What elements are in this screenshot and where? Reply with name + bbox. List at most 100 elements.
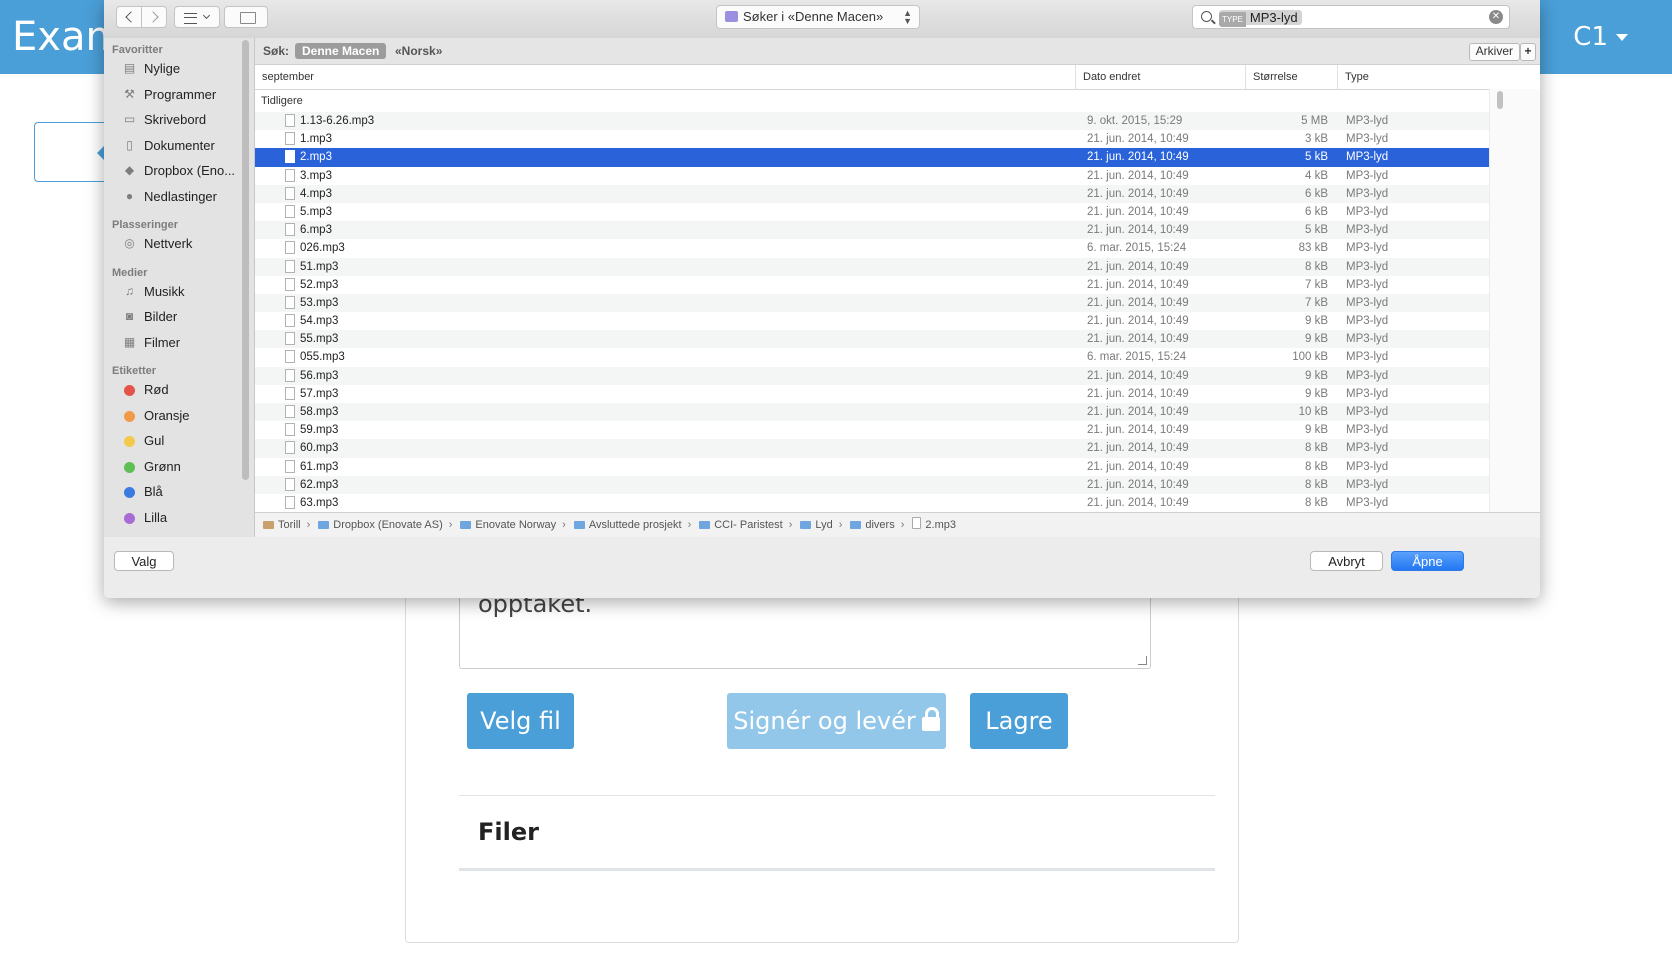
search-input[interactable]: TYPE MP3-lyd ✕: [1192, 5, 1510, 29]
scope-folder-button[interactable]: «Norsk»: [395, 44, 442, 58]
resize-grip-icon[interactable]: [1138, 656, 1147, 665]
file-date: 21. jun. 2014, 10:49: [1087, 369, 1189, 382]
sidebar-item[interactable]: Grønn: [112, 456, 248, 478]
file-row[interactable]: 055.mp3 6. mar. 2015, 15:24 100 kB MP3-lyd: [255, 348, 1489, 366]
sidebar-item[interactable]: Rød: [112, 379, 248, 401]
file-name: 4.mp3: [300, 187, 332, 200]
column-name[interactable]: september: [255, 65, 1075, 89]
column-size[interactable]: Størrelse: [1245, 65, 1337, 89]
file-row[interactable]: 4.mp3 21. jun. 2014, 10:49 6 kB MP3-lyd: [255, 184, 1489, 203]
sidebar-item[interactable]: ▦ Filmer: [112, 332, 248, 354]
clear-search-icon[interactable]: ✕: [1489, 10, 1503, 24]
audio-file-icon: [285, 204, 295, 218]
audio-file-icon: [285, 314, 295, 328]
sidebar-item[interactable]: ● Nedlastinger: [112, 186, 248, 208]
forward-button[interactable]: [141, 6, 167, 28]
file-size: 6 kB: [1304, 205, 1328, 218]
file-row[interactable]: 56.mp3 21. jun. 2014, 10:49 9 kB MP3-lyd: [255, 366, 1489, 385]
path-segment[interactable]: Lyd ›: [800, 513, 842, 537]
chevron-right-icon: [147, 11, 159, 23]
folder-icon: [460, 521, 472, 529]
file-row[interactable]: 60.mp3 21. jun. 2014, 10:49 8 kB MP3-lyd: [255, 439, 1489, 458]
sidebar-item[interactable]: ▤ Nylige: [112, 58, 248, 80]
file-size: 7 kB: [1304, 278, 1328, 291]
file-date: 21. jun. 2014, 10:49: [1087, 460, 1189, 473]
path-segment[interactable]: Dropbox (Enovate AS) ›: [318, 513, 452, 537]
file-type: MP3-lyd: [1346, 406, 1389, 418]
file-row[interactable]: 3.mp3 21. jun. 2014, 10:49 4 kB MP3-lyd: [255, 167, 1489, 185]
file-row[interactable]: 59.mp3 21. jun. 2014, 10:49 9 kB MP3-lyd: [255, 421, 1489, 439]
path-segment[interactable]: Torill ›: [263, 513, 310, 537]
cancel-button[interactable]: Avbryt: [1310, 551, 1383, 571]
save-button[interactable]: Lagre: [970, 693, 1068, 749]
scope-this-mac-button[interactable]: Denne Macen: [295, 43, 387, 59]
recent-icon: ▤: [123, 61, 136, 75]
sidebar-item[interactable]: Oransje: [112, 405, 248, 427]
file-row[interactable]: 57.mp3 21. jun. 2014, 10:49 9 kB MP3-lyd: [255, 385, 1489, 403]
sidebar-item[interactable]: Gul: [112, 430, 248, 452]
file-date: 21. jun. 2014, 10:49: [1087, 478, 1189, 491]
search-token[interactable]: TYPE MP3-lyd: [1219, 10, 1302, 27]
file-row[interactable]: 63.mp3 21. jun. 2014, 10:49 8 kB MP3-lyd: [255, 494, 1489, 512]
sidebar-item[interactable]: ◆ Dropbox (Eno...: [112, 160, 248, 182]
file-row[interactable]: 52.mp3 21. jun. 2014, 10:49 7 kB MP3-lyd: [255, 276, 1489, 294]
file-row[interactable]: 1.mp3 21. jun. 2014, 10:49 3 kB MP3-lyd: [255, 130, 1489, 148]
new-folder-button[interactable]: [224, 6, 268, 28]
sidebar-item[interactable]: Blå: [112, 481, 248, 503]
path-segment[interactable]: Avsluttede prosjekt ›: [573, 513, 691, 537]
path-segment[interactable]: CCI- Paristest ›: [699, 513, 792, 537]
sidebar-item-label: Skrivebord: [144, 112, 207, 127]
file-row[interactable]: 53.mp3 21. jun. 2014, 10:49 7 kB MP3-lyd: [255, 293, 1489, 313]
add-criteria-button[interactable]: +: [1520, 43, 1536, 61]
sidebar-item[interactable]: ◙ Bilder: [112, 306, 248, 328]
sidebar-item[interactable]: ▭ Skrivebord: [112, 109, 248, 131]
sidebar-item[interactable]: ▯ Dokumenter: [112, 135, 248, 157]
view-mode-button[interactable]: [174, 6, 220, 28]
back-button[interactable]: [116, 6, 142, 28]
open-button[interactable]: Åpne: [1391, 551, 1464, 571]
path-segment-label: CCI- Paristest: [714, 519, 783, 531]
path-segment[interactable]: 2.mp3: [912, 513, 956, 537]
sidebar-item[interactable]: Lilla: [112, 507, 248, 529]
save-search-button[interactable]: Arkiver: [1468, 43, 1520, 61]
file-type: MP3-lyd: [1346, 296, 1389, 309]
path-segment[interactable]: divers ›: [850, 513, 904, 537]
sidebar-scrollbar[interactable]: [242, 40, 249, 480]
file-row[interactable]: 55.mp3 21. jun. 2014, 10:49 9 kB MP3-lyd: [255, 330, 1489, 349]
audio-file-icon: [285, 150, 295, 164]
downloads-icon: ●: [125, 188, 134, 203]
sidebar-section-title: Medier: [112, 266, 148, 279]
file-size: 7 kB: [1304, 296, 1328, 309]
file-row[interactable]: 51.mp3 21. jun. 2014, 10:49 8 kB MP3-lyd: [255, 257, 1489, 276]
list-scrollbar[interactable]: [1497, 91, 1503, 109]
sidebar-item[interactable]: ⚒ Programmer: [112, 84, 248, 106]
options-button[interactable]: Valg: [114, 551, 174, 571]
user-menu[interactable]: C1: [1573, 22, 1628, 52]
file-type: MP3-lyd: [1346, 278, 1389, 291]
location-select[interactable]: Søker i «Denne Macen» ▲ ▼: [716, 5, 920, 29]
sidebar-item[interactable]: ◎ Nettverk: [112, 233, 248, 255]
path-segment[interactable]: Enovate Norway ›: [460, 513, 566, 537]
column-date[interactable]: Dato endret: [1075, 65, 1245, 89]
audio-file-icon: [285, 459, 295, 473]
file-row[interactable]: 5.mp3 21. jun. 2014, 10:49 6 kB MP3-lyd: [255, 203, 1489, 221]
file-date: 21. jun. 2014, 10:49: [1087, 133, 1189, 146]
file-row[interactable]: 026.mp3 6. mar. 2015, 15:24 83 kB MP3-lyd: [255, 239, 1489, 257]
sign-and-submit-button[interactable]: Signér og levér: [727, 693, 946, 749]
caret-down-icon: [1616, 34, 1628, 41]
file-row[interactable]: 61.mp3 21. jun. 2014, 10:49 8 kB MP3-lyd: [255, 458, 1489, 476]
list-view-icon: [184, 13, 197, 24]
column-type[interactable]: Type: [1337, 65, 1489, 89]
sidebar-item[interactable]: ♫ Musikk: [112, 281, 248, 303]
file-date: 21. jun. 2014, 10:49: [1087, 496, 1189, 509]
file-name: 59.mp3: [300, 424, 339, 437]
file-row[interactable]: 62.mp3 21. jun. 2014, 10:49 8 kB MP3-lyd: [255, 475, 1489, 494]
file-row[interactable]: 6.mp3 21. jun. 2014, 10:49 5 kB MP3-lyd: [255, 221, 1489, 240]
search-scope-bar: Søk: Denne Macen «Norsk» Arkiver +: [255, 38, 1540, 65]
file-row[interactable]: 54.mp3 21. jun. 2014, 10:49 9 kB MP3-lyd: [255, 312, 1489, 330]
sidebar-section-title: Etiketter: [112, 365, 157, 377]
file-row[interactable]: 58.mp3 21. jun. 2014, 10:49 10 kB MP3-lyd: [255, 403, 1489, 422]
file-row[interactable]: 2.mp3 21. jun. 2014, 10:49 5 kB MP3-lyd: [255, 148, 1489, 167]
choose-file-button[interactable]: Velg fil: [467, 693, 574, 749]
file-row[interactable]: 1.13-6.26.mp3 9. okt. 2015, 15:29 5 MB MP3-…: [255, 112, 1489, 131]
